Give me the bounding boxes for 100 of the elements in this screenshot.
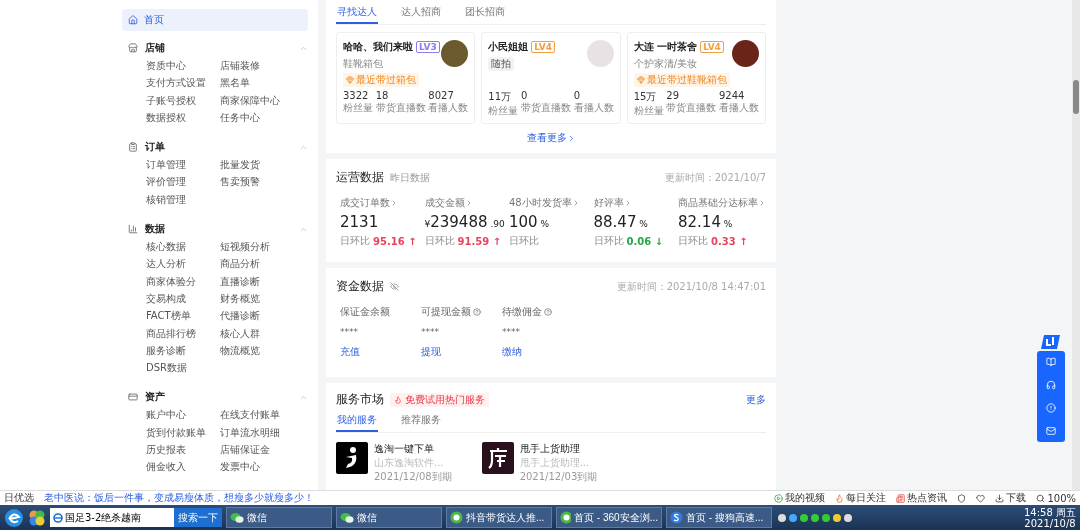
status-link[interactable]: 我的视频 bbox=[774, 491, 826, 505]
sidebar-link[interactable]: 支付方式设置 bbox=[146, 74, 220, 92]
sidebar-section-header[interactable]: 订单 bbox=[122, 138, 308, 157]
sidebar-link[interactable]: 商品排行榜 bbox=[146, 324, 220, 342]
scrollbar[interactable] bbox=[1072, 0, 1080, 490]
sidebar-link[interactable]: 子账号授权 bbox=[146, 91, 220, 109]
recent-badge: 最近带过箱包 bbox=[343, 73, 419, 87]
sidebar-link[interactable]: 历史报表 bbox=[146, 441, 220, 459]
tab[interactable]: 寻找达人 bbox=[336, 4, 378, 24]
sidebar-link[interactable]: 批量发货 bbox=[220, 156, 306, 174]
influencer-card[interactable]: 大连 一时茶舍 LV4 个护家清/美妆 最近带过鞋靴箱包 15万 粉丝量 29 带货直播数 9244 看播人数 bbox=[626, 32, 766, 124]
sidebar-link[interactable]: 任务中心 bbox=[220, 108, 306, 127]
sidebar-section-header[interactable]: 数据 bbox=[122, 220, 308, 239]
sidebar-link[interactable]: 达人分析 bbox=[146, 255, 220, 273]
taskbar-window[interactable]: 首页 - 360安全浏... bbox=[556, 507, 662, 528]
service-name[interactable]: 甩手上货助理 bbox=[519, 442, 598, 456]
taskbar-search-field[interactable]: 国足3-2绝杀越南 搜索一下 bbox=[50, 508, 222, 527]
section-title: 运营数据 bbox=[336, 169, 384, 186]
mail-button[interactable] bbox=[1046, 426, 1056, 436]
stat-value: 0 bbox=[521, 90, 529, 101]
alert-button[interactable] bbox=[1046, 403, 1056, 413]
promo-tag[interactable]: 免费试用热门服务 bbox=[390, 392, 489, 407]
funds-action-link[interactable]: 提现 bbox=[421, 345, 502, 359]
chat-bubbles-icon bbox=[340, 511, 354, 524]
sidebar-link[interactable]: 评价管理 bbox=[146, 173, 220, 191]
metric-label[interactable]: 好评率 bbox=[593, 196, 678, 210]
sidebar-section-header[interactable]: 店铺 bbox=[122, 39, 308, 57]
status-link[interactable]: 热点资讯 bbox=[896, 491, 948, 505]
taskbar-window[interactable]: 微信 bbox=[226, 507, 332, 528]
sidebar-link[interactable]: 发票中心 bbox=[220, 458, 306, 476]
sidebar-link[interactable]: 黑名单 bbox=[220, 74, 306, 92]
sidebar-link[interactable]: 商家体验分 bbox=[146, 272, 220, 290]
eye-off-icon[interactable] bbox=[390, 282, 399, 291]
stat-value: 0 bbox=[573, 90, 581, 101]
status-text: 日优选 bbox=[4, 491, 34, 505]
download-link[interactable]: 下载 bbox=[995, 491, 1027, 505]
sidebar-link[interactable]: 核心数据 bbox=[146, 238, 220, 256]
metric-label[interactable]: 商品基础分达标率 bbox=[678, 196, 766, 210]
more-link[interactable]: 更多 bbox=[746, 392, 766, 407]
sidebar-link[interactable]: 商品分析 bbox=[220, 255, 306, 273]
metric-change: 日环比 95.16 ↑ bbox=[340, 234, 418, 248]
zoom-control[interactable]: 100% bbox=[1036, 492, 1076, 504]
taskbar-window[interactable]: 抖音带货达人推... bbox=[446, 507, 552, 528]
section-title: 资金数据 bbox=[336, 278, 384, 295]
stat-label: 看播人数 bbox=[573, 101, 614, 115]
metric-change: 日环比 bbox=[509, 234, 540, 248]
sidebar-link[interactable]: 数据授权 bbox=[146, 108, 220, 127]
book-button[interactable] bbox=[1046, 357, 1056, 367]
tab[interactable]: 达人招商 bbox=[400, 4, 442, 24]
tab[interactable]: 我的服务 bbox=[336, 412, 378, 432]
sidebar-link[interactable]: 佣金收入 bbox=[146, 458, 220, 476]
sidebar-link[interactable]: 在线支付账单 bbox=[220, 406, 306, 424]
sidebar-link[interactable]: 短视频分析 bbox=[220, 238, 306, 256]
sidebar-link[interactable]: 核心人群 bbox=[220, 324, 306, 342]
sidebar-link[interactable]: 商家保障中心 bbox=[220, 91, 306, 109]
tab[interactable]: 推荐服务 bbox=[400, 412, 442, 432]
browser-icon bbox=[53, 512, 63, 523]
section-title: 服务市场 bbox=[336, 391, 384, 408]
sidebar-link[interactable]: 店铺装修 bbox=[220, 57, 306, 75]
influencer-card[interactable]: 小民姐姐 LV4 随拍 11万 粉丝量 0 带货直播数 0 看播人数 bbox=[481, 32, 621, 124]
home-nav-item[interactable]: 首页 bbox=[122, 9, 308, 31]
shield-icon[interactable] bbox=[957, 493, 967, 503]
colored-circles-icon[interactable] bbox=[28, 508, 46, 527]
heart-icon[interactable] bbox=[976, 493, 986, 503]
gem-icon bbox=[636, 76, 645, 84]
sidebar-link[interactable]: 财务概览 bbox=[220, 289, 306, 308]
metric-label[interactable]: 48小时发货率 bbox=[509, 196, 594, 210]
sidebar-link[interactable]: 直播诊断 bbox=[220, 272, 306, 290]
sidebar-link[interactable]: 售卖预警 bbox=[220, 173, 306, 191]
service-name[interactable]: 逸淘一键下单 bbox=[374, 442, 452, 456]
sidebar-link[interactable]: 资质中心 bbox=[146, 57, 220, 75]
funds-action-link[interactable]: 缴纳 bbox=[502, 345, 583, 359]
newspaper-icon bbox=[896, 493, 906, 503]
search-button[interactable]: 搜索一下 bbox=[174, 508, 222, 527]
status-link[interactable]: 每日关注 bbox=[835, 491, 887, 505]
funds-action-link[interactable]: 充值 bbox=[340, 345, 421, 359]
news-link[interactable]: 老中医说：饭后一件事，变成易瘦体质，想瘦多少就瘦多少！ bbox=[44, 491, 314, 505]
taskbar-window[interactable]: 首页 - 搜狗高速... bbox=[666, 507, 772, 528]
stat-label: 带货直播数 bbox=[666, 101, 717, 115]
tab[interactable]: 团长招商 bbox=[464, 4, 506, 24]
sidebar-link[interactable]: 账户中心 bbox=[146, 406, 220, 424]
sidebar-link[interactable]: 订单管理 bbox=[146, 156, 220, 174]
view-more-link[interactable]: 查看更多 bbox=[526, 131, 576, 145]
sidebar-link[interactable]: 货到付款账单 bbox=[146, 423, 220, 442]
sidebar-link[interactable]: FACT榜单 bbox=[146, 307, 220, 325]
sidebar-link[interactable]: 店铺保证金 bbox=[220, 441, 306, 459]
sidebar-link[interactable]: 服务诊断 bbox=[146, 341, 220, 360]
metric-label[interactable]: 成交订单数 bbox=[340, 196, 425, 210]
metric-label[interactable]: 成交金额 bbox=[424, 196, 509, 210]
start-button-icon[interactable] bbox=[4, 507, 24, 528]
sidebar-link[interactable]: 订单流水明细 bbox=[220, 423, 306, 442]
sidebar-link[interactable]: 物流概览 bbox=[220, 341, 306, 360]
influencer-card[interactable]: 哈哈、我们来啦 LV3 鞋靴箱包 最近带过箱包 3322 粉丝量 18 带货直播数 8027 看播人数 bbox=[336, 32, 476, 124]
sidebar-link[interactable]: 核销管理 bbox=[146, 190, 220, 209]
sidebar-section-header[interactable]: 资产 bbox=[122, 388, 308, 407]
taskbar-window[interactable]: 微信 bbox=[336, 507, 442, 528]
sidebar-link[interactable]: 代播诊断 bbox=[220, 307, 306, 325]
headset-button[interactable] bbox=[1046, 380, 1056, 390]
sidebar-link[interactable]: DSR数据 bbox=[146, 359, 220, 377]
sidebar-link[interactable]: 交易构成 bbox=[146, 289, 220, 308]
